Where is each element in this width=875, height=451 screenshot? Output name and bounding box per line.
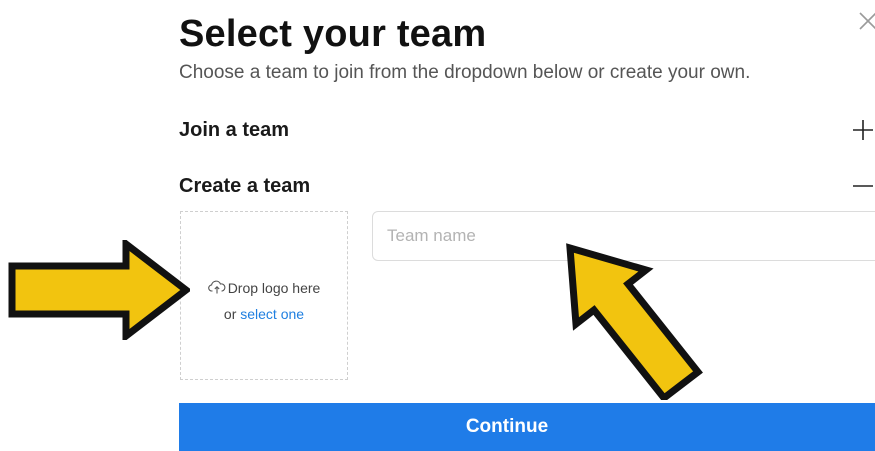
close-button[interactable] [857, 10, 875, 32]
plus-icon [853, 120, 873, 140]
dropzone-or-text: or [223, 306, 237, 322]
continue-button-label: Continue [465, 416, 549, 437]
dialog-subtitle: Choose a team to join from the dropdown … [179, 62, 751, 83]
continue-button[interactable]: Continue [179, 403, 875, 451]
annotation-arrow-right [8, 240, 190, 340]
dropzone-select-line: or select one [181, 306, 347, 322]
create-team-section-header[interactable]: Create a team [179, 170, 875, 202]
close-icon [859, 12, 875, 30]
dialog-title: Select your team [179, 13, 487, 55]
join-team-label: Join a team [179, 118, 290, 141]
select-logo-link[interactable]: select one [240, 306, 304, 322]
create-team-label: Create a team [179, 174, 311, 197]
dropzone-drop-line: Drop logo here [181, 280, 347, 296]
cloud-upload-icon [207, 280, 226, 294]
minus-icon [853, 185, 873, 187]
dropzone-drop-text: Drop logo here [227, 280, 321, 296]
annotation-arrow-up-left [566, 243, 703, 400]
logo-dropzone[interactable]: Drop logo here or select one [180, 211, 348, 380]
join-team-section-header[interactable]: Join a team [179, 114, 875, 146]
